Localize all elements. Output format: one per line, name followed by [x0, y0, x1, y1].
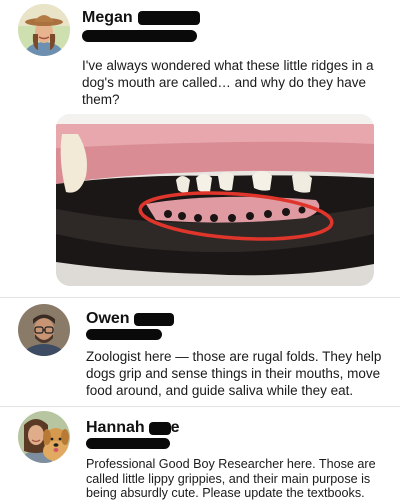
avatar-owen[interactable] [18, 304, 70, 356]
avatar-hannah[interactable] [18, 411, 70, 463]
redacted-handle [86, 438, 170, 449]
redacted-surname [133, 312, 174, 326]
post-header-megan: Megan [82, 9, 200, 27]
avatar-megan[interactable] [18, 4, 70, 56]
redacted-surname [148, 421, 171, 435]
author-name[interactable]: Hannah [86, 419, 145, 437]
post-text: Professional Good Boy Researcher here. T… [86, 457, 376, 500]
man-with-glasses-avatar-icon [18, 304, 70, 356]
woman-with-dog-avatar-icon [18, 411, 70, 463]
woman-in-hat-avatar-icon [18, 4, 70, 56]
post-hannah: Hannah e Professional Good Boy Researche… [0, 407, 400, 500]
redacted-surname [137, 11, 200, 25]
dog-mouth-closeup-photo-icon [56, 114, 374, 286]
author-name[interactable]: Megan [82, 9, 133, 27]
author-name-suffix: e [170, 419, 180, 436]
post-header-hannah: Hannah e [86, 419, 180, 437]
dog-mouth-photo[interactable] [56, 114, 374, 286]
post-text: I've always wondered what these little r… [82, 58, 374, 107]
post-owen: Owen Zoologist here — those are rugal fo… [0, 298, 400, 406]
post-header-owen: Owen [86, 310, 174, 328]
author-name[interactable]: Owen [86, 310, 130, 328]
redacted-handle [82, 30, 197, 42]
post-text: Zoologist here — those are rugal folds. … [86, 349, 382, 398]
redacted-handle [86, 329, 162, 340]
post-megan: Megan I've always wondered what these li… [0, 0, 400, 295]
